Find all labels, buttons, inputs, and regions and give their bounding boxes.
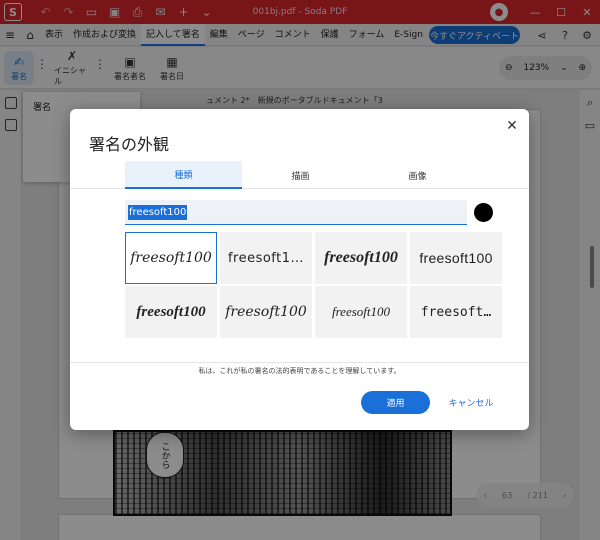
dialog-divider [70, 362, 529, 363]
signature-style-option[interactable]: freesoft100 [315, 232, 407, 284]
signature-style-preview: freesoft100 [331, 304, 390, 319]
tab-draw[interactable]: 描画 [242, 161, 359, 189]
signature-style-option[interactable]: freesoft100 [220, 286, 312, 338]
signature-style-option[interactable]: freesoft1… [220, 232, 312, 284]
dialog-tabs: 種類 描画 画像 [70, 161, 529, 189]
dialog-title: 署名の外観 [89, 135, 170, 154]
signature-text-input[interactable]: freesoft100 [125, 200, 467, 225]
signature-style-preview: freesoft100 [419, 250, 493, 266]
signature-style-option[interactable]: freesoft100 [125, 286, 217, 338]
signature-appearance-dialog: 署名の外観 ✕ 種類 描画 画像 freesoft100 freesoft100… [70, 109, 529, 430]
apply-button[interactable]: 適用 [361, 391, 430, 414]
tab-type[interactable]: 種類 [125, 161, 242, 189]
cancel-button[interactable]: キャンセル [442, 391, 500, 414]
signature-style-option[interactable]: freesoft… [410, 286, 502, 338]
signature-style-preview: freesoft… [420, 304, 492, 320]
signature-style-preview: freesoft100 [324, 249, 398, 266]
signature-style-option[interactable]: freesoft100 [125, 232, 217, 284]
color-picker-button[interactable] [474, 203, 493, 222]
tab-image[interactable]: 画像 [359, 161, 476, 189]
signature-style-option[interactable]: freesoft100 [410, 232, 502, 284]
signature-style-preview: freesoft100 [225, 304, 307, 320]
signature-style-preview: freesoft100 [130, 250, 212, 266]
signature-text-value[interactable]: freesoft100 [128, 204, 188, 220]
close-icon[interactable]: ✕ [504, 118, 520, 134]
signature-style-preview: freesoft100 [136, 303, 206, 320]
signature-style-preview: freesoft1… [227, 250, 305, 266]
signature-style-option[interactable]: freesoft100 [315, 286, 407, 338]
legal-disclaimer: 私は、これが私の署名の法的表明であることを理解しています。 [198, 367, 401, 375]
